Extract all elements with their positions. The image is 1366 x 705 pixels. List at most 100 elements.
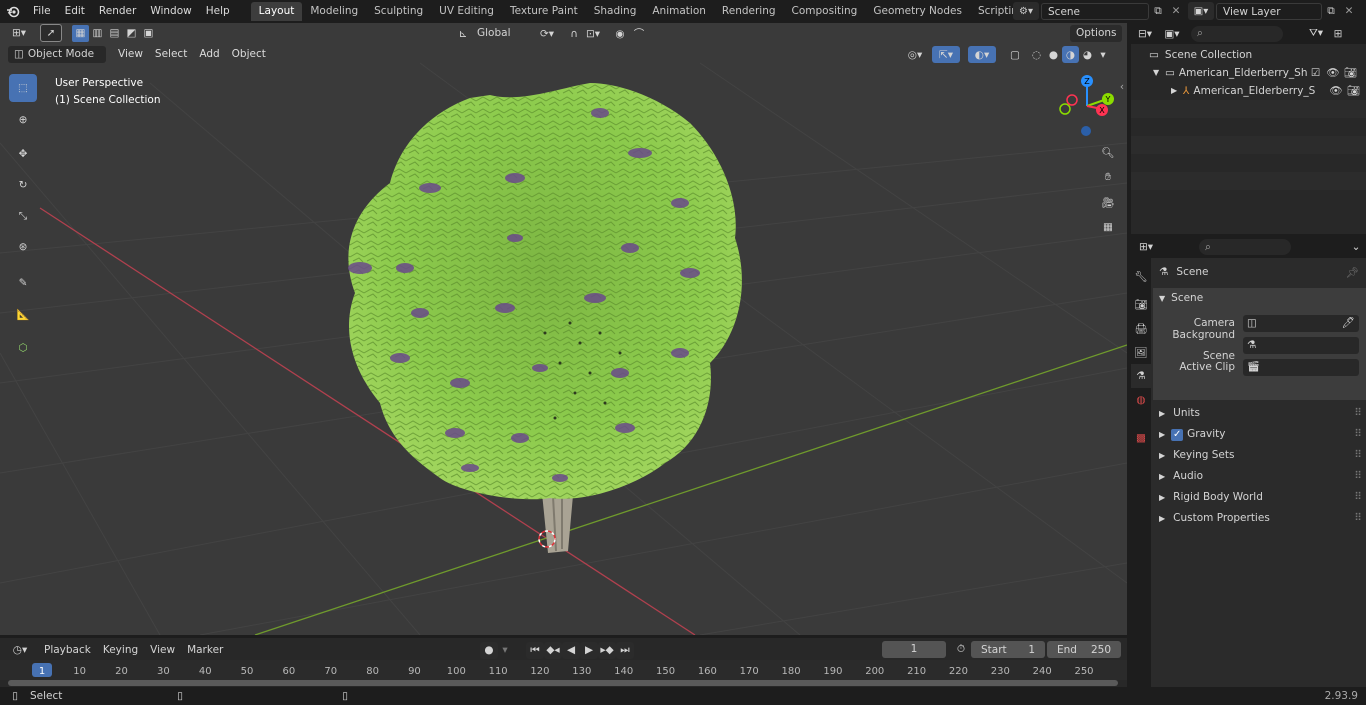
timeline-menu-playback[interactable]: Playback bbox=[38, 642, 97, 659]
wireframe-shading-icon[interactable]: ◌ bbox=[1028, 49, 1045, 61]
active-clip-field[interactable]: 🎬︎ bbox=[1243, 359, 1359, 376]
tab-compositing[interactable]: Compositing bbox=[784, 2, 866, 21]
background-scene-field[interactable]: ⚗︎ bbox=[1243, 337, 1359, 354]
annotate-tool-icon[interactable]: ✎ bbox=[9, 269, 37, 297]
material-shading-icon[interactable]: ◑ bbox=[1062, 46, 1079, 63]
blender-logo-icon[interactable] bbox=[0, 0, 26, 23]
prev-keyframe-icon[interactable]: ◆◂ bbox=[544, 641, 562, 659]
drag-handle-icon[interactable]: ⠿ bbox=[1354, 445, 1362, 466]
include-checkbox-icon[interactable]: ☑ bbox=[1311, 64, 1320, 82]
jump-start-icon[interactable]: ⏮ bbox=[526, 641, 544, 659]
timeline-menu-view[interactable]: View bbox=[144, 642, 181, 659]
output-tab-icon[interactable]: 🖨︎ bbox=[1131, 316, 1151, 340]
solid-shading-icon[interactable]: ● bbox=[1045, 49, 1062, 61]
current-frame-field[interactable]: 1 bbox=[882, 641, 946, 658]
outliner-editor-icon[interactable]: ⊟▾ bbox=[1131, 28, 1159, 40]
menu-render[interactable]: Render bbox=[92, 0, 143, 23]
pin-icon[interactable]: 📌︎ bbox=[1346, 266, 1359, 279]
outliner-search-input[interactable]: ⌕ bbox=[1191, 25, 1283, 42]
timeline-menu-marker[interactable]: Marker bbox=[181, 642, 229, 659]
editor-type-icon[interactable]: ⊞▾ bbox=[6, 23, 32, 43]
viewport-menu-add[interactable]: Add bbox=[193, 46, 225, 63]
play-reverse-icon[interactable]: ◀ bbox=[562, 641, 580, 659]
tab-modeling[interactable]: Modeling bbox=[302, 2, 366, 21]
drag-handle-icon[interactable]: ⠿ bbox=[1354, 487, 1362, 508]
select-new-icon[interactable]: ▦ bbox=[72, 24, 89, 42]
display-mode-icon[interactable]: ▣▾ bbox=[1159, 28, 1185, 40]
render-tab-icon[interactable]: 📷︎ bbox=[1131, 292, 1151, 316]
rendered-shading-icon[interactable]: ◕ bbox=[1079, 49, 1096, 61]
play-icon[interactable]: ▶ bbox=[580, 641, 598, 659]
pan-hand-icon[interactable]: ✋︎ bbox=[1097, 166, 1119, 188]
timeline-menu-keying[interactable]: Keying bbox=[97, 642, 144, 659]
select-intersect-icon[interactable]: ▣ bbox=[140, 25, 157, 42]
record-button-icon[interactable]: ● bbox=[480, 641, 498, 659]
viewport-scene[interactable] bbox=[0, 23, 1127, 635]
jump-end-icon[interactable]: ⏭ bbox=[616, 641, 634, 659]
select-subtract-icon[interactable]: ▤ bbox=[106, 25, 123, 42]
section-rigid-body-world[interactable]: ▶ Rigid Body World ⠿ bbox=[1153, 487, 1366, 508]
expand-collection-icon[interactable]: ▼ bbox=[1153, 64, 1165, 82]
pivot-point-icon[interactable]: ⟳▾ bbox=[533, 28, 561, 40]
gizmo-toggle-icon[interactable]: ⇱▾ bbox=[932, 46, 960, 63]
viewport-menu-select[interactable]: Select bbox=[149, 46, 193, 63]
camera-view-icon[interactable]: 🎥︎ bbox=[1097, 191, 1119, 213]
select-extend-icon[interactable]: ▥ bbox=[89, 25, 106, 42]
cursor-tool-icon[interactable]: ⊕ bbox=[9, 106, 37, 134]
texture-tab-icon[interactable]: ▩ bbox=[1131, 426, 1151, 450]
section-keying-sets[interactable]: ▶ Keying Sets ⠿ bbox=[1153, 445, 1366, 466]
eyedropper-icon[interactable]: 🖊︎ bbox=[1342, 313, 1355, 334]
orientation-icon[interactable]: ⊾ bbox=[455, 28, 471, 40]
tab-rendering[interactable]: Rendering bbox=[714, 2, 784, 21]
section-audio[interactable]: ▶ Audio ⠿ bbox=[1153, 466, 1366, 487]
scene-panel-header[interactable]: ▼ Scene bbox=[1153, 288, 1366, 309]
tab-animation[interactable]: Animation bbox=[644, 2, 714, 21]
outliner-object-row[interactable]: ▶ ⅄ American_Elderberry_Shr 👁︎ 📷︎ bbox=[1131, 82, 1366, 100]
object-mode-dropdown[interactable]: ◫ Object Mode bbox=[8, 46, 106, 63]
ortho-toggle-icon[interactable]: ▦ bbox=[1097, 216, 1119, 238]
tool-tab-icon[interactable]: 🔧︎ bbox=[1131, 264, 1151, 288]
outliner-collection-row[interactable]: ▼ ▭ American_Elderberry_Shrub_v ☑ 👁︎ 📷︎ bbox=[1131, 64, 1366, 82]
menu-file[interactable]: File bbox=[26, 0, 58, 23]
world-tab-icon[interactable]: ◍ bbox=[1131, 388, 1151, 412]
navigation-gizmo[interactable]: Z Y X bbox=[1058, 75, 1116, 137]
menu-window[interactable]: Window bbox=[143, 0, 198, 23]
select-tool-icon[interactable]: ➚ bbox=[40, 24, 62, 42]
tab-sculpting[interactable]: Sculpting bbox=[366, 2, 431, 21]
section-custom-properties[interactable]: ▶ Custom Properties ⠿ bbox=[1153, 508, 1366, 529]
tab-uv-editing[interactable]: UV Editing bbox=[431, 2, 502, 21]
camera-field[interactable]: ◫ 🖊︎ bbox=[1243, 315, 1359, 332]
visibility-icon[interactable]: ◎▾ bbox=[902, 49, 928, 61]
stopwatch-icon[interactable]: ⏱ bbox=[952, 641, 970, 658]
view-layer-tab-icon[interactable]: 🖼︎ bbox=[1131, 340, 1151, 364]
transform-tool-icon[interactable]: ⊛ bbox=[9, 233, 37, 261]
add-cube-tool-icon[interactable]: ⬡ bbox=[9, 334, 37, 362]
select-invert-icon[interactable]: ◩ bbox=[123, 25, 140, 42]
falloff-icon[interactable]: ⌒ bbox=[629, 26, 649, 41]
start-frame-field[interactable]: Start 1 bbox=[971, 641, 1045, 658]
copy-scene-icon[interactable]: ⧉ bbox=[1149, 2, 1167, 20]
rotate-tool-icon[interactable]: ↻ bbox=[9, 171, 37, 199]
shading-options-icon[interactable]: ▾ bbox=[1096, 49, 1110, 61]
section-units[interactable]: ▶ Units ⠿ bbox=[1153, 403, 1366, 424]
overlay-toggle-icon[interactable]: ◐▾ bbox=[968, 46, 996, 63]
menu-edit[interactable]: Edit bbox=[58, 0, 92, 23]
timeline-editor-icon[interactable]: ◷▾ bbox=[6, 644, 34, 656]
scene-icon[interactable]: ⚙▾ bbox=[1013, 2, 1039, 20]
tab-layout[interactable]: Layout bbox=[250, 2, 303, 21]
filter-icon[interactable]: ⛛▾ bbox=[1303, 27, 1329, 40]
tab-texture-paint[interactable]: Texture Paint bbox=[502, 2, 586, 21]
properties-options-icon[interactable]: ⌄ bbox=[1347, 241, 1365, 253]
next-keyframe-icon[interactable]: ▸◆ bbox=[598, 641, 616, 659]
view-layer-icon[interactable]: ▣▾ bbox=[1188, 2, 1214, 20]
viewport-menu-view[interactable]: View bbox=[112, 46, 149, 63]
xray-toggle-icon[interactable]: ▢ bbox=[1006, 49, 1024, 61]
zoom-icon[interactable]: 🔍︎ bbox=[1097, 141, 1119, 163]
close-view-layer-icon[interactable]: ✕ bbox=[1340, 2, 1358, 20]
viewport-menu-object[interactable]: Object bbox=[226, 46, 272, 63]
move-tool-icon[interactable]: ✥ bbox=[9, 140, 37, 168]
new-collection-icon[interactable]: ⊞ bbox=[1329, 28, 1347, 40]
scene-name-field[interactable]: Scene bbox=[1041, 2, 1149, 20]
tab-geometry-nodes[interactable]: Geometry Nodes bbox=[865, 2, 970, 21]
select-box-tool-icon[interactable]: ⬚ bbox=[9, 74, 37, 102]
